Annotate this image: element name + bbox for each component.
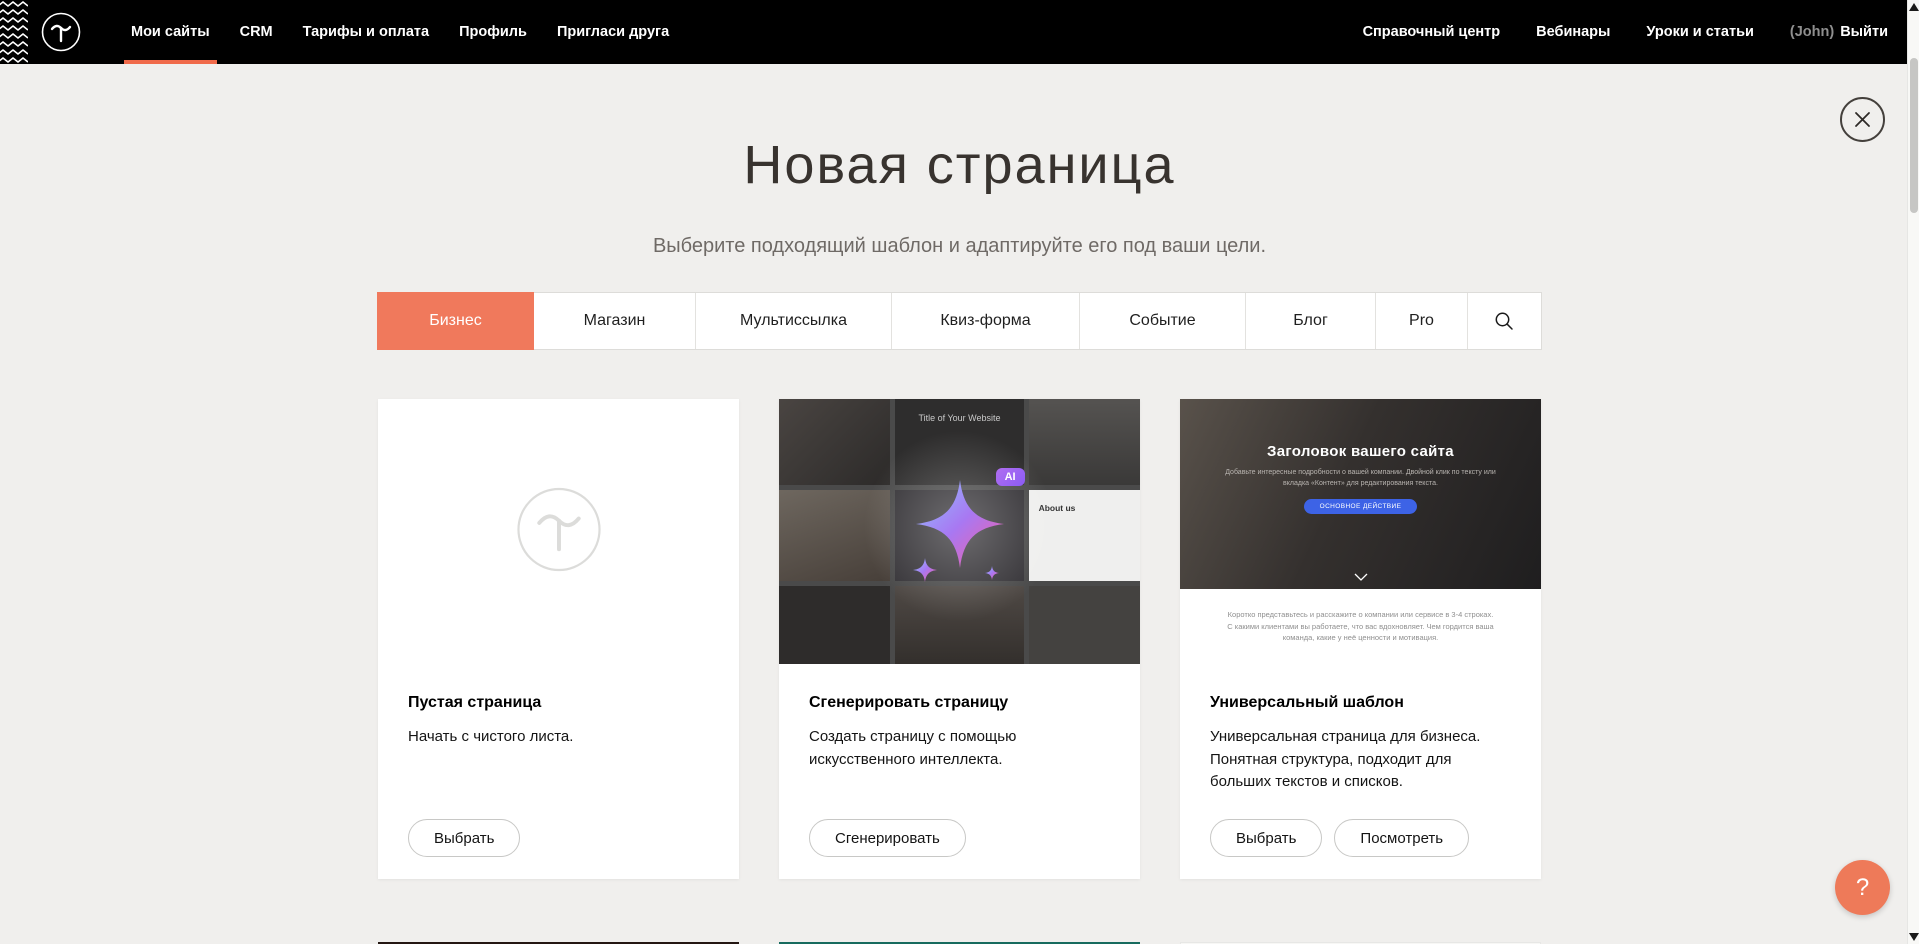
ai-sparkle-icon: [916, 480, 1004, 568]
tab-label: Событие: [1129, 312, 1195, 330]
template-card-blank: Пустая страница Начать с чистого листа. …: [378, 399, 739, 879]
template-card-generate: Title of Your Website About us: [779, 399, 1140, 879]
scrollbar-up-arrow-icon[interactable]: [1909, 3, 1919, 11]
tab-multilink[interactable]: Мультиссылка: [696, 293, 892, 349]
ai-generate-preview: Title of Your Website About us: [779, 399, 1140, 664]
preview-text-section: Коротко представьтесь и расскажите о ком…: [1180, 589, 1541, 664]
scrollbar: [1907, 0, 1919, 944]
nav-item-invite-friend[interactable]: Пригласи друга: [542, 0, 684, 64]
new-page-modal: Новая страница Выберите подходящий шабло…: [0, 64, 1919, 944]
nav-item-label: Пригласи друга: [557, 24, 669, 40]
card-description: Создать страницу с помощью искусственног…: [809, 726, 1110, 771]
page-subtitle: Выберите подходящий шаблон и адаптируйте…: [0, 235, 1919, 258]
nav-item-help-center[interactable]: Справочный центр: [1363, 24, 1501, 40]
tab-label: Квиз-форма: [940, 312, 1030, 330]
card-footer: Сгенерировать: [809, 819, 1110, 879]
card-body: Универсальный шаблон Универсальная стран…: [1180, 664, 1541, 879]
choose-blank-button[interactable]: Выбрать: [408, 819, 520, 857]
card-footer: Выбрать: [408, 819, 709, 879]
main-nav: Мои сайты CRM Тарифы и оплата Профиль Пр…: [116, 0, 684, 64]
close-button[interactable]: [1840, 97, 1885, 142]
card-description: Начать с чистого листа.: [408, 726, 709, 749]
logout-label: Выйти: [1840, 24, 1888, 40]
zigzag-pattern-icon: [0, 0, 28, 64]
nav-item-lessons[interactable]: Уроки и статьи: [1646, 24, 1753, 40]
nav-item-profile[interactable]: Профиль: [444, 0, 542, 64]
tab-label: Бизнес: [429, 312, 482, 330]
card-title: Сгенерировать страницу: [809, 694, 1110, 712]
nav-item-crm[interactable]: CRM: [225, 0, 288, 64]
tab-pro[interactable]: Pro: [1376, 293, 1468, 349]
tab-blog[interactable]: Блог: [1246, 293, 1376, 349]
help-button[interactable]: ?: [1835, 860, 1890, 915]
scrollbar-down-arrow-icon[interactable]: [1909, 933, 1919, 941]
scrollbar-thumb[interactable]: [1910, 58, 1918, 213]
tab-shop[interactable]: Магазин: [534, 293, 696, 349]
universal-template-preview: Заголовок вашего сайта Добавьте интересн…: [1180, 399, 1541, 664]
tilda-logo-icon[interactable]: [40, 11, 82, 53]
nav-item-label: Мои сайты: [131, 24, 210, 40]
user-name: (John): [1790, 24, 1834, 40]
card-title: Универсальный шаблон: [1210, 694, 1511, 712]
nav-item-label: Профиль: [459, 24, 527, 40]
template-category-tabs: Бизнес Магазин Мультиссылка Квиз-форма С…: [377, 292, 1542, 350]
preview-heading: Заголовок вашего сайта: [1180, 443, 1541, 460]
tab-quiz-form[interactable]: Квиз-форма: [892, 293, 1080, 349]
chevron-down-icon: [1354, 573, 1368, 581]
card-footer: Выбрать Посмотреть: [1210, 819, 1511, 879]
preview-universal-button[interactable]: Посмотреть: [1334, 819, 1469, 857]
tab-label: Мультиссылка: [740, 312, 847, 330]
search-icon: [1494, 311, 1514, 331]
tab-label: Блог: [1293, 312, 1328, 330]
top-navbar: Мои сайты CRM Тарифы и оплата Профиль Пр…: [0, 0, 1919, 64]
ai-sparkle-small-icon: [913, 558, 937, 582]
template-cards-grid: Пустая страница Начать с чистого листа. …: [378, 399, 1541, 879]
secondary-nav: Справочный центр Вебинары Уроки и статьи…: [1363, 24, 1888, 40]
nav-item-label: Справочный центр: [1363, 24, 1501, 40]
nav-item-label: CRM: [240, 24, 273, 40]
nav-item-label: Тарифы и оплата: [303, 24, 429, 40]
tab-label: Магазин: [584, 312, 646, 330]
ai-sparkle-tiny-icon: [985, 566, 999, 580]
card-description: Универсальная страница для бизнеса. Поня…: [1210, 726, 1511, 794]
choose-universal-button[interactable]: Выбрать: [1210, 819, 1322, 857]
nav-item-label: Уроки и статьи: [1646, 24, 1753, 40]
card-body: Пустая страница Начать с чистого листа. …: [378, 664, 739, 879]
tab-label: Pro: [1409, 312, 1434, 330]
preview-hero-section: Заголовок вашего сайта Добавьте интересн…: [1180, 399, 1541, 589]
logout-button[interactable]: (John) Выйти: [1790, 24, 1888, 40]
tab-search-button[interactable]: [1468, 293, 1540, 349]
tab-business[interactable]: Бизнес: [377, 292, 534, 350]
close-icon: [1854, 111, 1871, 128]
tilda-watermark-icon: [513, 483, 605, 580]
card-body: Сгенерировать страницу Создать страницу …: [779, 664, 1140, 879]
nav-item-webinars[interactable]: Вебинары: [1536, 24, 1610, 40]
preview-cta-button: ОСНОВНОЕ ДЕЙСТВИЕ: [1304, 499, 1418, 514]
nav-item-label: Вебинары: [1536, 24, 1610, 40]
card-title: Пустая страница: [408, 694, 709, 712]
nav-item-my-sites[interactable]: Мои сайты: [116, 0, 225, 64]
preview-subtext: Добавьте интересные подробности о вашей …: [1223, 468, 1497, 490]
ai-badge: AI: [996, 468, 1025, 486]
generate-page-button[interactable]: Сгенерировать: [809, 819, 966, 857]
nav-item-pricing[interactable]: Тарифы и оплата: [288, 0, 444, 64]
template-card-universal: Заголовок вашего сайта Добавьте интересн…: [1180, 399, 1541, 879]
blank-page-preview: [378, 399, 739, 664]
tab-event[interactable]: Событие: [1080, 293, 1246, 349]
preview-body-text: Коротко представьтесь и расскажите о ком…: [1227, 609, 1494, 644]
page-title: Новая страница: [0, 134, 1919, 196]
